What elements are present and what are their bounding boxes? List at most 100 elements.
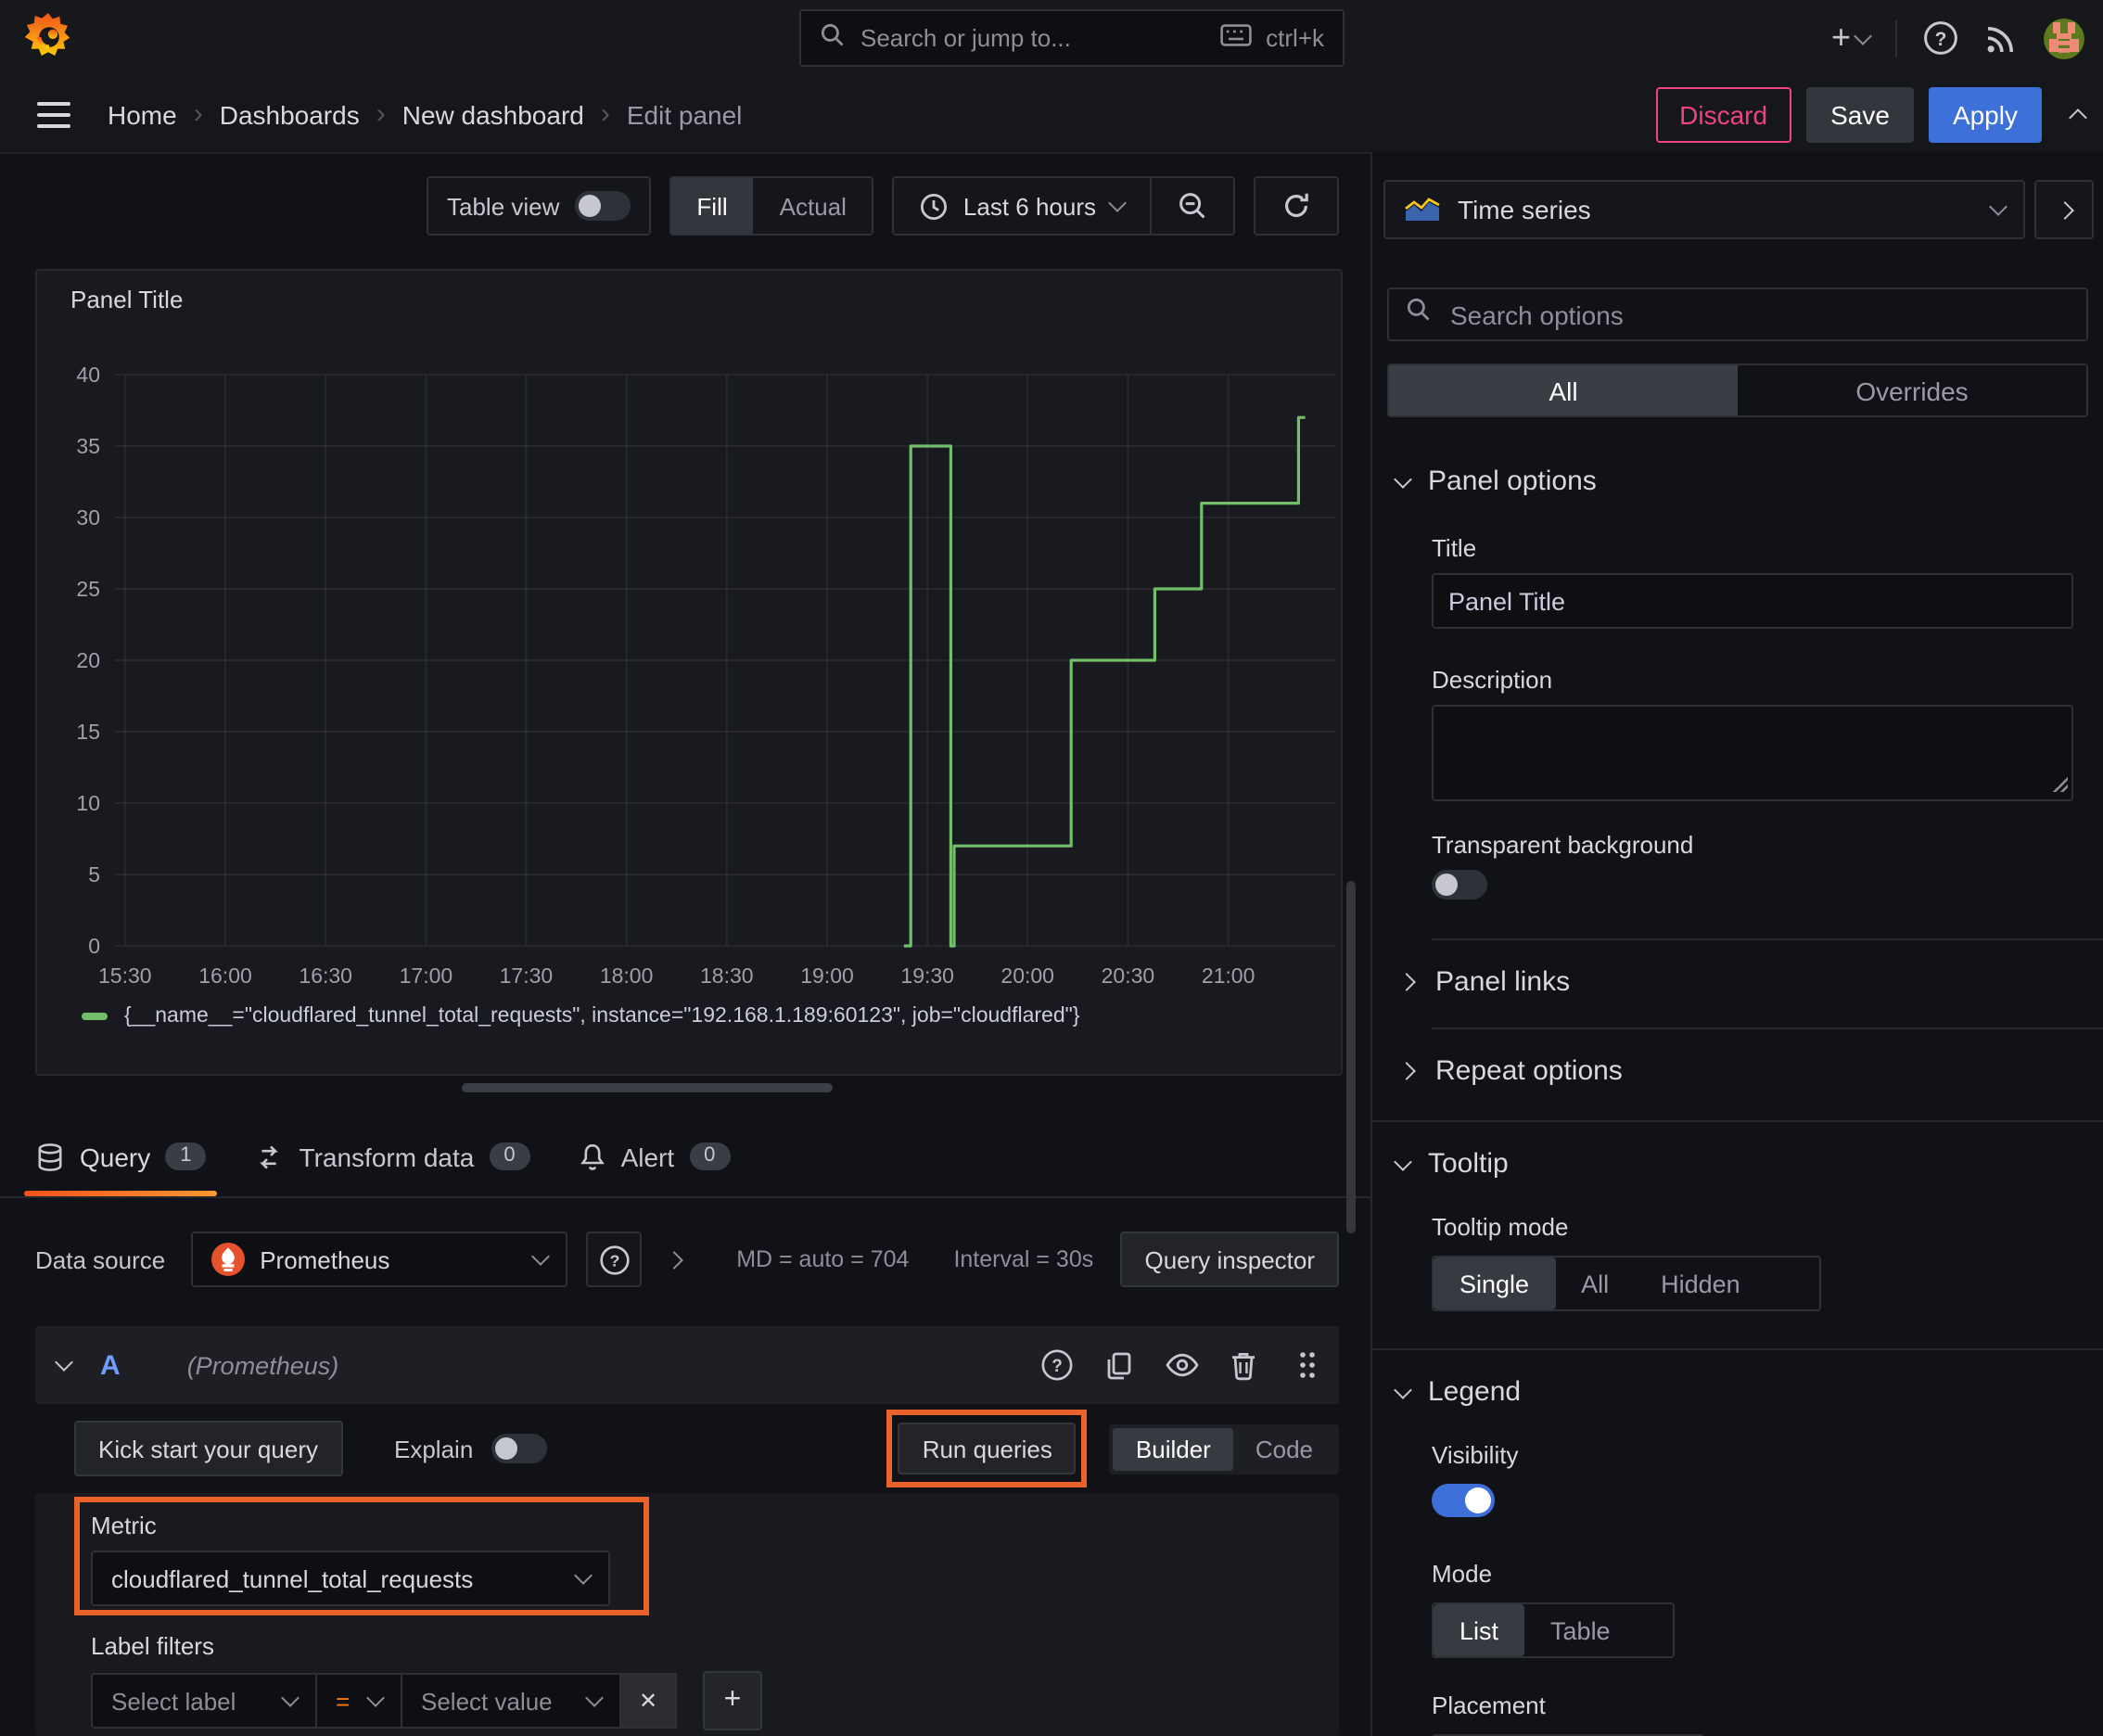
metric-label: Metric <box>91 1512 157 1539</box>
panel-options-section-header[interactable]: Panel options <box>1372 466 2103 497</box>
legend-visibility-toggle[interactable] <box>1432 1484 1495 1517</box>
timeseries-chart[interactable]: 0 5 10 15 20 25 30 35 40 15:30 16:00 16:30 17:00 17:3… <box>37 326 1345 1016</box>
svg-text:15:30: 15:30 <box>98 964 152 988</box>
query-datasource-hint: (Prometheus) <box>186 1351 339 1379</box>
transparent-background-toggle[interactable] <box>1432 870 1487 900</box>
add-new-button[interactable]: + <box>1831 19 1872 57</box>
description-label: Description <box>1432 666 1553 694</box>
refresh-button[interactable] <box>1255 178 1337 234</box>
menu-toggle-button[interactable] <box>37 101 70 127</box>
prometheus-icon <box>211 1243 246 1276</box>
options-search[interactable] <box>1387 287 2088 341</box>
search-placeholder: Search or jump to... <box>860 24 1071 52</box>
duplicate-query-icon[interactable] <box>1103 1349 1135 1381</box>
kick-start-query-button[interactable]: Kick start your query <box>74 1421 342 1476</box>
visualization-picker[interactable]: Time series <box>1383 180 2025 239</box>
panel-preview: Panel Title 0 5 10 15 20 25 30 35 40 15:30 16:00 16… <box>35 269 1343 1076</box>
chevron-separator-icon: › <box>193 98 203 130</box>
tab-transform-data[interactable]: Transform data 0 <box>244 1117 542 1196</box>
close-icon: ✕ <box>638 1688 658 1714</box>
apply-button[interactable]: Apply <box>1928 86 2042 142</box>
zoom-out-button[interactable] <box>1150 178 1233 234</box>
query-ref-id: A <box>100 1349 121 1381</box>
legend-mode-list[interactable]: List <box>1434 1604 1525 1656</box>
query-help-icon[interactable]: ? <box>1040 1348 1074 1382</box>
metric-select[interactable]: cloudflared_tunnel_total_requests <box>91 1551 610 1606</box>
user-avatar[interactable] <box>2044 18 2084 58</box>
query-inspector-button[interactable]: Query inspector <box>1120 1232 1339 1287</box>
resize-grip-icon[interactable] <box>2053 777 2068 792</box>
tooltip-mode-single[interactable]: Single <box>1434 1257 1556 1309</box>
tab-query[interactable]: Query 1 <box>24 1117 219 1196</box>
fill-option[interactable]: Fill <box>670 178 754 234</box>
code-option[interactable]: Code <box>1233 1427 1335 1470</box>
news-rss-button[interactable] <box>1984 21 2018 55</box>
refresh-icon <box>1285 193 1308 218</box>
explain-toggle[interactable] <box>491 1434 548 1463</box>
panel-links-section[interactable]: Panel links <box>1372 940 2103 998</box>
keyboard-icon <box>1219 24 1251 52</box>
datasource-row: Data source Prometheus ? MD = auto = 704… <box>35 1220 1339 1298</box>
options-search-input[interactable] <box>1447 298 2070 331</box>
breadcrumb-new-dashboard[interactable]: New dashboard <box>402 99 584 129</box>
panel-resize-handle[interactable] <box>462 1083 833 1092</box>
bell-icon <box>579 1142 606 1171</box>
chevron-down-icon <box>1394 469 1412 488</box>
table-view-toggle[interactable] <box>574 191 631 221</box>
main-scrollbar-thumb[interactable] <box>1346 881 1356 1233</box>
tooltip-mode-all[interactable]: All <box>1555 1257 1635 1309</box>
legend-mode-switch: List Table <box>1432 1602 1675 1658</box>
help-button[interactable]: ? <box>1923 20 1958 56</box>
repeat-options-section[interactable]: Repeat options <box>1372 1029 2103 1087</box>
collapse-header-button[interactable] <box>2069 105 2087 126</box>
toggle-visibility-icon[interactable] <box>1165 1352 1200 1378</box>
legend-section-header[interactable]: Legend <box>1372 1376 2103 1408</box>
select-value-dropdown[interactable]: Select value <box>402 1673 621 1729</box>
operator-value: = <box>336 1687 350 1715</box>
delete-query-icon[interactable] <box>1230 1349 1257 1381</box>
panel-title-input[interactable] <box>1432 573 2073 629</box>
expand-options-icon[interactable] <box>665 1250 684 1269</box>
query-stats-interval: Interval = 30s <box>953 1246 1094 1272</box>
search-icon <box>820 22 846 54</box>
svg-text:18:30: 18:30 <box>700 964 754 988</box>
plus-icon: + <box>723 1684 742 1716</box>
filter-tab-overrides[interactable]: Overrides <box>1738 365 2086 415</box>
add-filter-button[interactable]: + <box>703 1671 762 1730</box>
run-queries-button[interactable]: Run queries <box>898 1423 1077 1474</box>
svg-text:40: 40 <box>76 363 100 387</box>
collapse-query-icon[interactable] <box>55 1353 73 1372</box>
tab-alert[interactable]: Alert 0 <box>567 1117 742 1196</box>
panel-description-textarea[interactable] <box>1432 705 2073 801</box>
grafana-logo-icon[interactable] <box>20 9 76 65</box>
query-row-header[interactable]: A (Prometheus) ? <box>35 1326 1339 1404</box>
builder-option[interactable]: Builder <box>1113 1427 1233 1470</box>
database-icon <box>35 1142 65 1171</box>
datasource-picker[interactable]: Prometheus <box>191 1232 568 1287</box>
breadcrumb-home[interactable]: Home <box>108 99 177 129</box>
legend-mode-table[interactable]: Table <box>1524 1604 1637 1656</box>
select-label-dropdown[interactable]: Select label <box>91 1673 317 1729</box>
tooltip-mode-switch: Single All Hidden <box>1432 1256 1821 1311</box>
chevron-right-icon <box>1397 973 1416 991</box>
time-range-picker[interactable]: Last 6 hours <box>895 178 1150 234</box>
svg-text:15: 15 <box>76 720 100 744</box>
chevron-down-icon <box>1394 1152 1412 1170</box>
datasource-help-button[interactable]: ? <box>586 1232 643 1287</box>
query-stats-md: MD = auto = 704 <box>736 1246 910 1272</box>
tooltip-section-header[interactable]: Tooltip <box>1372 1148 2103 1180</box>
chart-legend[interactable]: {__name__="cloudflared_tunnel_total_requ… <box>82 1005 1079 1028</box>
discard-button[interactable]: Discard <box>1655 86 1792 142</box>
operator-dropdown[interactable]: = <box>317 1673 402 1729</box>
collapse-options-pane-button[interactable] <box>2034 180 2094 239</box>
breadcrumb-dashboards[interactable]: Dashboards <box>220 99 360 129</box>
drag-handle-icon[interactable] <box>1298 1350 1317 1380</box>
filter-tab-all[interactable]: All <box>1389 365 1738 415</box>
global-search-input[interactable]: Search or jump to... ctrl+k <box>799 9 1345 67</box>
svg-text:20:00: 20:00 <box>1001 964 1054 988</box>
tab-transform-count: 0 <box>489 1142 530 1170</box>
save-button[interactable]: Save <box>1806 86 1914 142</box>
remove-filter-button[interactable]: ✕ <box>621 1673 677 1729</box>
actual-option[interactable]: Actual <box>754 178 873 234</box>
tooltip-mode-hidden[interactable]: Hidden <box>1635 1257 1766 1309</box>
